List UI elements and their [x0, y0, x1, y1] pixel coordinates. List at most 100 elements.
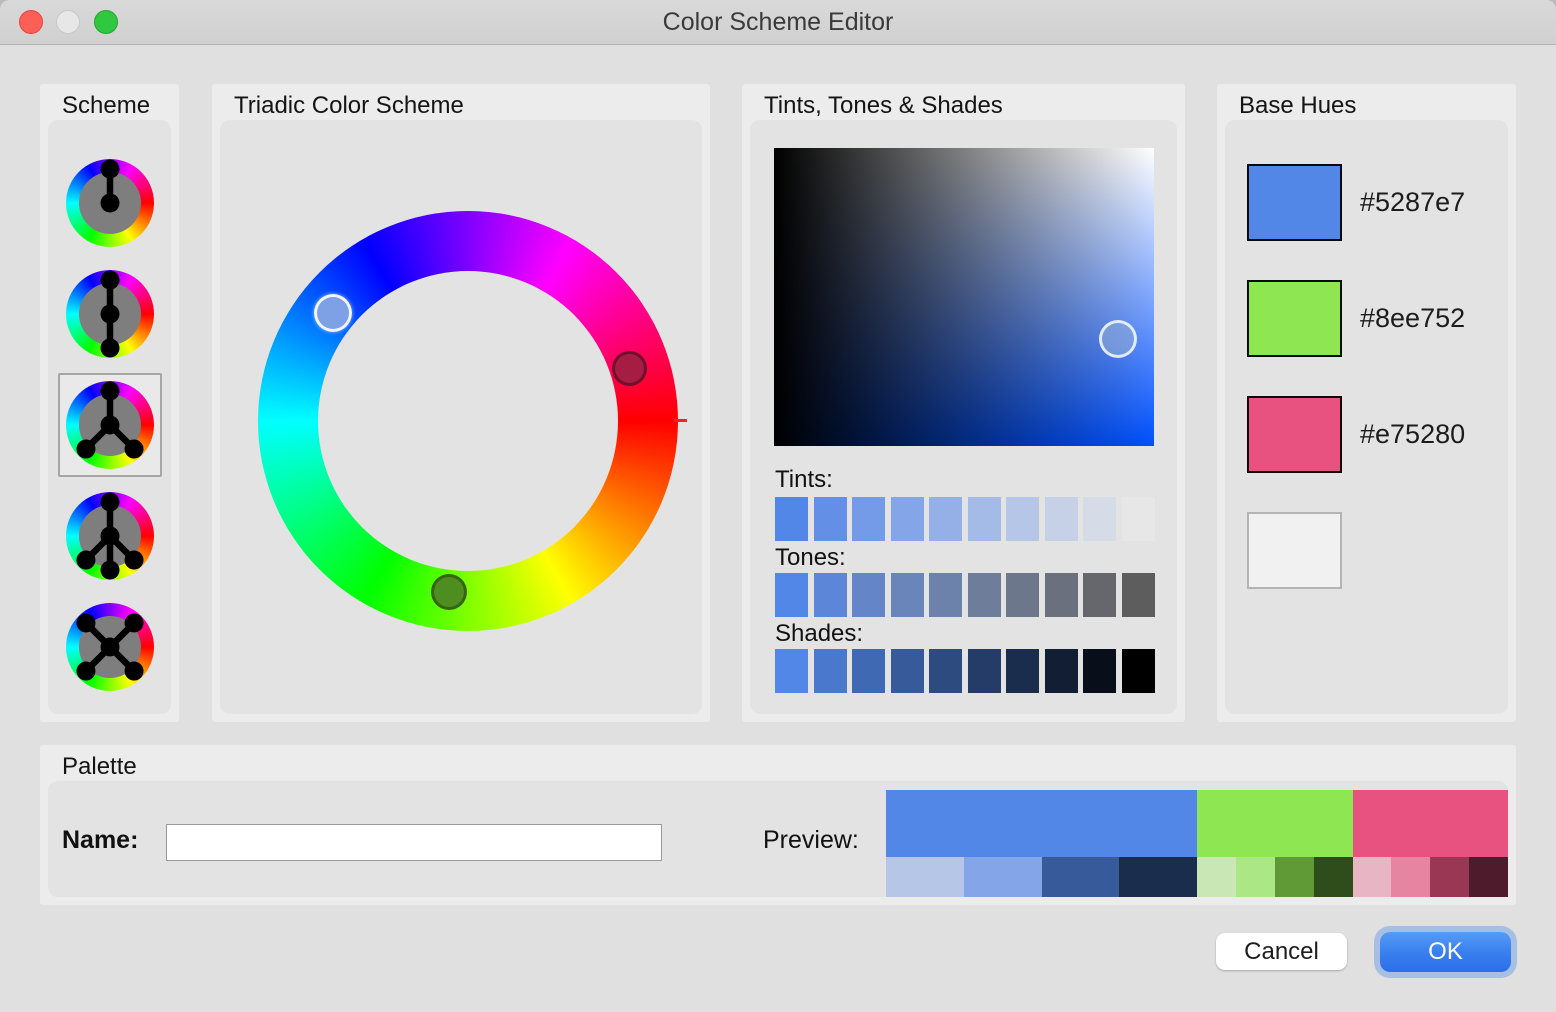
preview-group-green: [1197, 790, 1353, 897]
color-wheel-icon: [66, 270, 154, 358]
green-hue-handle[interactable]: [431, 574, 467, 610]
preview-blue-variants: [886, 857, 1197, 897]
tetradic-spokes-icon: [66, 603, 154, 691]
base-empty-row: [1247, 512, 1508, 589]
base-hues-list: #5287e7 #8ee752 #e75280: [1225, 120, 1508, 714]
shades-swatch-9[interactable]: [1083, 649, 1116, 693]
scheme-option-triadic[interactable]: [58, 373, 162, 477]
blue-hue-handle[interactable]: [314, 294, 352, 332]
shades-swatch-5[interactable]: [929, 649, 962, 693]
tints-label: Tints:: [775, 466, 833, 494]
preview-pink-variant-2: [1391, 857, 1430, 897]
color-wheel-hole: [318, 271, 618, 571]
scheme-option-tetradic[interactable]: [58, 595, 162, 699]
base-green-row: #8ee752: [1247, 280, 1508, 357]
preview-blue-variant-2: [964, 857, 1042, 897]
tones-swatch-7[interactable]: [1006, 573, 1039, 617]
saturation-value-square[interactable]: [774, 148, 1154, 446]
preview-blue-variant-4: [1119, 857, 1197, 897]
preview-green-variants: [1197, 857, 1353, 897]
tones-swatch-4[interactable]: [891, 573, 924, 617]
shades-row: [775, 649, 1155, 693]
tints-tones-shades-title: Tints, Tones & Shades: [764, 92, 1003, 120]
preview-pink-variant-1: [1353, 857, 1392, 897]
preview-green-base: [1197, 790, 1353, 857]
shades-swatch-4[interactable]: [891, 649, 924, 693]
preview-pink-variant-3: [1430, 857, 1469, 897]
tones-swatch-3[interactable]: [852, 573, 885, 617]
scheme-panel: Scheme: [40, 84, 179, 722]
shades-swatch-6[interactable]: [968, 649, 1001, 693]
color-wheel-panel-title: Triadic Color Scheme: [234, 92, 464, 120]
base-hues-panel: Base Hues #5287e7 #8ee752 #e75280: [1217, 84, 1516, 722]
tints-swatch-7[interactable]: [1006, 497, 1039, 541]
scheme-list: [48, 120, 171, 714]
base-pink-swatch[interactable]: [1247, 396, 1342, 473]
palette-name-input[interactable]: [166, 824, 662, 861]
tones-swatch-10[interactable]: [1122, 573, 1155, 617]
base-hues-title: Base Hues: [1239, 92, 1356, 120]
triadic-spokes-icon: [66, 381, 154, 469]
preview-green-variant-1: [1197, 857, 1236, 897]
preview-group-pink: [1353, 790, 1509, 897]
ok-button[interactable]: OK: [1380, 932, 1511, 972]
tones-swatch-5[interactable]: [929, 573, 962, 617]
tones-swatch-6[interactable]: [968, 573, 1001, 617]
palette-panel-title: Palette: [62, 753, 137, 781]
palette-area: Name: Preview:: [48, 781, 1508, 897]
titlebar: Color Scheme Editor: [0, 0, 1556, 45]
shades-label: Shades:: [775, 620, 863, 648]
shades-swatch-1[interactable]: [775, 649, 808, 693]
red-hue-handle[interactable]: [612, 351, 647, 386]
saturation-value-handle[interactable]: [1099, 320, 1137, 358]
tints-tones-shades-area: Tints: Tones: Shades:: [750, 120, 1177, 714]
color-wheel-icon: [66, 381, 154, 469]
scheme-option-complementary[interactable]: [58, 262, 162, 366]
tones-swatch-1[interactable]: [775, 573, 808, 617]
palette-preview-label: Preview:: [763, 826, 859, 855]
shades-swatch-10[interactable]: [1122, 649, 1155, 693]
preview-pink-variants: [1353, 857, 1509, 897]
preview-blue-variant-3: [1042, 857, 1120, 897]
tones-swatch-2[interactable]: [814, 573, 847, 617]
base-pink-hex-label: #e75280: [1360, 419, 1465, 450]
split-complementary-spokes-icon: [66, 492, 154, 580]
tints-swatch-6[interactable]: [968, 497, 1001, 541]
color-scheme-editor-window: Color Scheme Editor Scheme Triadic Color…: [0, 0, 1556, 1012]
base-green-swatch[interactable]: [1247, 280, 1342, 357]
tints-swatch-10[interactable]: [1122, 497, 1155, 541]
tones-swatch-9[interactable]: [1083, 573, 1116, 617]
tints-swatch-2[interactable]: [814, 497, 847, 541]
tints-swatch-3[interactable]: [852, 497, 885, 541]
color-wheel-area: [220, 120, 702, 714]
palette-preview: [886, 790, 1508, 897]
preview-blue-base: [886, 790, 1197, 857]
tints-swatch-9[interactable]: [1083, 497, 1116, 541]
scheme-option-monochromatic[interactable]: [58, 151, 162, 255]
base-blue-swatch[interactable]: [1247, 164, 1342, 241]
cancel-button[interactable]: Cancel: [1216, 933, 1347, 970]
tones-swatch-8[interactable]: [1045, 573, 1078, 617]
window-title: Color Scheme Editor: [0, 0, 1556, 44]
monochromatic-spokes-icon: [66, 159, 154, 247]
palette-name-label: Name:: [62, 826, 138, 855]
shades-swatch-3[interactable]: [852, 649, 885, 693]
base-blue-row: #5287e7: [1247, 164, 1508, 241]
tints-swatch-5[interactable]: [929, 497, 962, 541]
shades-swatch-8[interactable]: [1045, 649, 1078, 693]
preview-blue-variant-1: [886, 857, 964, 897]
base-green-hex-label: #8ee752: [1360, 303, 1465, 334]
preview-group-blue: [886, 790, 1197, 897]
complementary-spokes-icon: [66, 270, 154, 358]
shades-swatch-7[interactable]: [1006, 649, 1039, 693]
scheme-option-split-complementary[interactable]: [58, 484, 162, 588]
shades-swatch-2[interactable]: [814, 649, 847, 693]
tones-label: Tones:: [775, 544, 846, 572]
tints-swatch-8[interactable]: [1045, 497, 1078, 541]
base-empty-swatch[interactable]: [1247, 512, 1342, 589]
tints-swatch-1[interactable]: [775, 497, 808, 541]
tints-row: [775, 497, 1155, 541]
color-wheel-icon: [66, 603, 154, 691]
tints-swatch-4[interactable]: [891, 497, 924, 541]
tones-row: [775, 573, 1155, 617]
